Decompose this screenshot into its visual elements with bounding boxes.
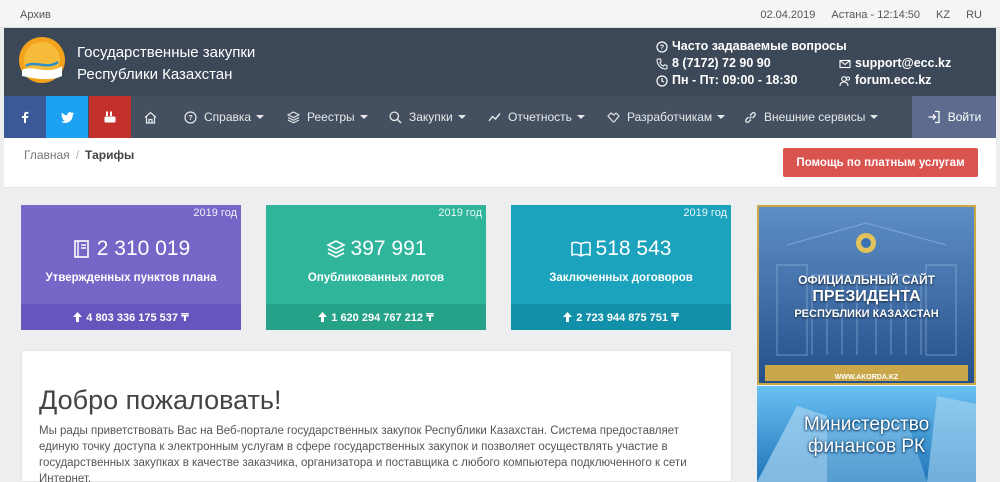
welcome-panel: Добро пожаловать! Мы рады приветствовать… <box>21 350 732 482</box>
svg-text:?: ? <box>660 44 664 51</box>
city-time: Астана - 12:14:50 <box>831 9 921 21</box>
lang-ru-link[interactable]: RU <box>966 9 982 21</box>
email-link[interactable]: support@ecc.kz <box>839 55 951 72</box>
facebook-icon <box>22 111 29 123</box>
line-chart-icon <box>488 112 501 121</box>
twitter-icon <box>60 111 74 123</box>
envelope-icon <box>839 59 851 68</box>
president-banner-line3: РЕСПУБЛИКИ КАЗАХСТАН <box>794 308 939 320</box>
svg-text:?: ? <box>188 113 193 122</box>
phone-icon <box>656 58 668 70</box>
layers-icon <box>287 110 300 123</box>
arrow-up-icon <box>563 312 573 322</box>
nav-registries[interactable]: Реестры <box>287 96 368 138</box>
phone-link[interactable]: 8 (7172) 72 90 90 <box>656 55 847 72</box>
emblem-logo-icon[interactable] <box>18 36 66 84</box>
home-icon <box>144 111 157 124</box>
main-navbar: ? Справка Реестры Закупки Отчетность Раз… <box>4 96 996 138</box>
sign-in-icon <box>928 110 940 124</box>
nav-purchases[interactable]: Закупки <box>389 96 466 138</box>
minfin-banner-line1: Министерство <box>803 414 930 435</box>
top-bar: Архив 02.04.2019 Астана - 12:14:50 KZ RU <box>0 0 1000 28</box>
president-banner-url: WWW.AKORDA.KZ <box>834 374 899 381</box>
chevron-down-icon <box>717 115 726 119</box>
site-title-line2: Республики Казахстан <box>77 66 233 83</box>
stat-card-contracts[interactable]: 2019 год 518 543 Заключенных договоров 2… <box>511 205 731 330</box>
book-icon <box>73 240 89 258</box>
handshake-icon <box>607 111 620 122</box>
question-circle-icon: ? <box>656 40 668 53</box>
chevron-down-icon <box>870 115 879 119</box>
link-icon <box>745 111 756 123</box>
breadcrumb-home[interactable]: Главная <box>24 148 70 162</box>
youtube-icon <box>104 111 116 123</box>
forum-link[interactable]: forum.ecc.kz <box>839 72 951 89</box>
breadcrumb: Главная / Тарифы <box>24 148 135 162</box>
question-circle-icon: ? <box>184 110 197 124</box>
youtube-button[interactable] <box>89 96 131 138</box>
stack-icon <box>325 240 346 258</box>
breadcrumb-bar: Главная / Тарифы Помощь по платным услугам <box>4 138 996 188</box>
archive-link[interactable]: Архив <box>20 9 51 21</box>
site-title-line1: Государственные закупки <box>77 44 256 61</box>
lang-kz-link[interactable]: KZ <box>936 9 950 21</box>
arrow-up-icon <box>318 312 328 322</box>
chevron-down-icon <box>359 115 368 119</box>
paid-services-help-button[interactable]: Помощь по платным услугам <box>783 148 978 177</box>
stat-card-published-lots[interactable]: 2019 год 397 991 Опубликованных лотов 1 … <box>266 205 486 330</box>
twitter-button[interactable] <box>46 96 88 138</box>
home-nav-button[interactable] <box>144 96 164 138</box>
arrow-up-icon <box>73 312 83 322</box>
chevron-down-icon <box>576 115 585 119</box>
nav-reports[interactable]: Отчетность <box>488 96 585 138</box>
search-icon <box>389 110 402 124</box>
minfin-banner[interactable]: Министерство финансов РК <box>757 386 976 482</box>
login-button[interactable]: Войти <box>912 96 996 138</box>
breadcrumb-current: Тарифы <box>85 148 135 162</box>
nav-developers[interactable]: Разработчикам <box>607 96 726 138</box>
stat-card-plan-items[interactable]: 2019 год 2 310 019 Утвержденных пунктов … <box>21 205 241 330</box>
welcome-title: Добро пожаловать! <box>39 385 282 415</box>
faq-link[interactable]: ? Часто задаваемые вопросы <box>656 38 847 55</box>
chevron-down-icon <box>256 115 265 119</box>
chevron-down-icon <box>457 115 466 119</box>
welcome-text: Мы рады приветствовать Вас на Веб-портал… <box>39 425 687 482</box>
site-header: Государственные закупки Республики Казах… <box>4 28 996 96</box>
current-date: 02.04.2019 <box>760 9 816 21</box>
nav-help[interactable]: ? Справка <box>184 96 265 138</box>
president-site-banner[interactable]: ОФИЦИАЛЬНЫЙ САЙТ ПРЕЗИДЕНТА РЕСПУБЛИКИ К… <box>757 205 976 385</box>
clock-icon <box>656 74 668 87</box>
nav-external-services[interactable]: Внешние сервисы <box>744 96 879 138</box>
open-book-icon <box>570 241 591 257</box>
minfin-banner-line2: финансов РК <box>807 436 926 457</box>
president-banner-line1: ОФИЦИАЛЬНЫЙ САЙТ <box>798 273 935 287</box>
facebook-button[interactable] <box>4 96 46 138</box>
president-banner-line2: ПРЕЗИДЕНТА <box>812 288 921 305</box>
users-icon <box>839 75 851 86</box>
working-hours: Пн - Пт: 09:00 - 18:30 <box>656 72 847 89</box>
